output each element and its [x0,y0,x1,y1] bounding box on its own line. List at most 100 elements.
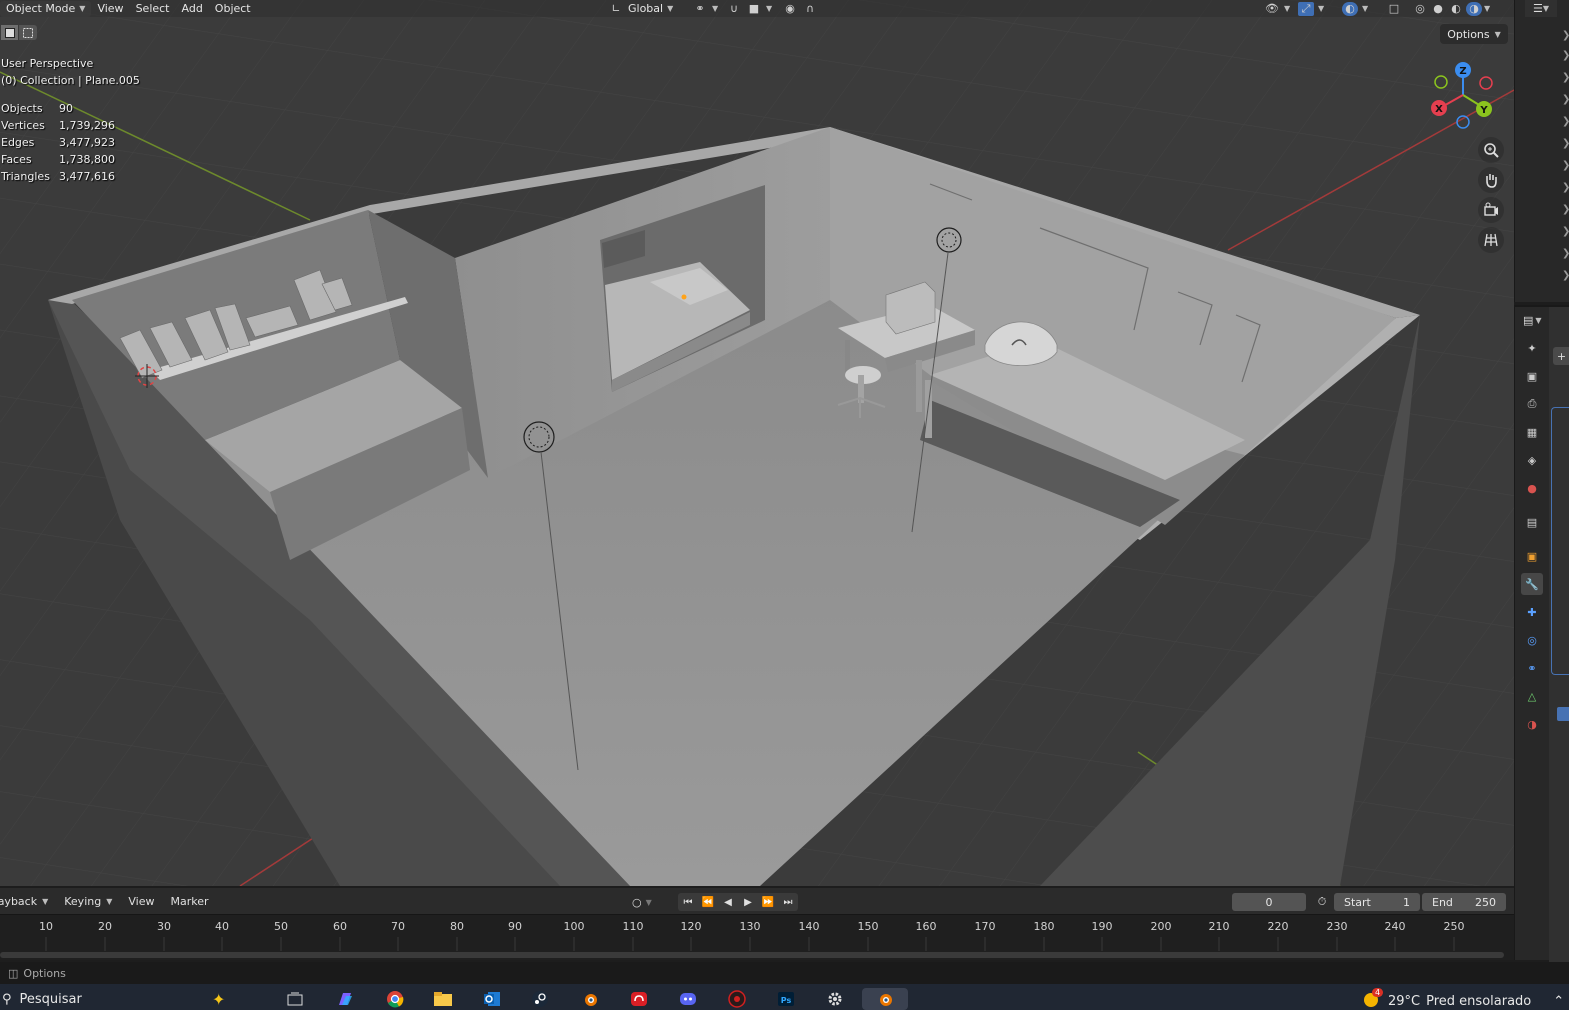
jump-to-start-icon[interactable]: ⏮ [678,893,698,911]
object-tab-icon[interactable]: ▣ [1521,545,1543,567]
magnet-icon: ∪ [729,2,739,15]
taskbar-search[interactable]: ⚲ Pesquisar ✦ [0,988,268,1010]
collapse-arrow-icon[interactable]: ❯ [1562,138,1569,149]
extend-selection-icon[interactable] [19,25,37,40]
zoom-view-icon[interactable] [1478,137,1504,163]
properties-editor-type-dropdown[interactable]: ▤ ▼ [1523,311,1551,329]
jump-to-next-keyframe-icon[interactable]: ⏩ [758,893,778,911]
viewport-options-button[interactable]: Options ▼ [1440,24,1508,44]
stopwatch-icon[interactable]: ⏱ [1312,893,1332,911]
add-modifier-button[interactable]: + [1553,347,1569,365]
blender-icon[interactable] [575,988,605,1010]
collapse-arrow-icon[interactable]: ❯ [1562,204,1569,215]
outliner-panel[interactable]: ☰▼ ❯ ❯ ❯ ❯ ❯ ❯ ❯ ❯ ❯ ❯ ❯ ❯ [1514,0,1569,302]
view-menu[interactable]: View [91,1,129,17]
data-tab-icon[interactable]: △ [1521,685,1543,707]
copilot-icon[interactable] [330,988,360,1010]
rendered-shading-icon[interactable]: ◑ [1466,1,1482,16]
jump-to-prev-keyframe-icon[interactable]: ⏪ [698,893,718,911]
davinci-resolve-icon[interactable] [722,988,752,1010]
frame-tick: 90 [508,920,522,933]
collapse-arrow-icon[interactable]: ❯ [1562,94,1569,105]
collapse-arrow-icon[interactable]: ❯ [1562,226,1569,237]
wireframe-shading-icon[interactable]: ◎ [1412,2,1428,16]
select-menu[interactable]: Select [130,1,176,17]
render-tab-icon[interactable]: ▣ [1521,365,1543,387]
stat-vertices: Vertices 1,739,296 [1,119,115,132]
jump-to-end-icon[interactable]: ⏭ [778,893,798,911]
constraints-tab-icon[interactable]: ⚭ [1521,657,1543,679]
object-mode-dropdown[interactable]: Object Mode ▼ [0,0,92,17]
physics-tab-icon[interactable]: ◎ [1521,629,1543,651]
frame-tick: 210 [1208,920,1230,933]
properties-panel[interactable]: ▤ ▼ ✦ ▣ ⎙ ▦ ◈ ● ▤ ▣ 🔧 ✚ ◎ ⚭ △ ◑ + [1514,305,1569,962]
frame-tick: 10 [39,920,53,933]
add-menu[interactable]: Add [176,1,209,17]
file-explorer-icon[interactable] [428,988,458,1010]
frame-tick: 40 [215,920,229,933]
options-panel-icon[interactable]: ◫ [8,967,18,980]
timeline-scrollbar[interactable] [0,952,1504,958]
collapse-arrow-icon[interactable]: ❯ [1562,50,1569,61]
xray-toggle[interactable]: □ [1380,1,1408,17]
current-frame-field[interactable]: 0 [1232,893,1306,911]
material-shading-icon[interactable]: ◐ [1448,2,1464,16]
transform-orientation-dropdown[interactable]: ∟ Global ▼ [602,1,679,17]
camera-view-icon[interactable] [1478,197,1504,223]
playback-menu[interactable]: Playback▼ [0,895,56,908]
navigation-gizmo[interactable]: Z Y X [1424,58,1508,134]
collapse-arrow-icon[interactable]: ❯ [1562,116,1569,127]
scene-tab-icon[interactable]: ◈ [1521,449,1543,471]
3d-viewport[interactable]: Object Mode ▼ View Select Add Object ∟ Gl… [0,0,1514,886]
chrome-icon[interactable] [380,988,410,1010]
collapse-arrow-icon[interactable]: ❯ [1562,248,1569,259]
task-view-icon[interactable] [280,988,310,1010]
collapse-arrow-icon[interactable]: ❯ [1562,72,1569,83]
collapse-arrow-icon[interactable]: ❯ [1562,30,1569,41]
overlays-toggle[interactable]: ◐ ▼ [1336,1,1374,17]
play-icon[interactable]: ▶ [738,893,758,911]
gizmo-toggle[interactable]: ⤢ ▼ [1292,1,1330,17]
play-reverse-icon[interactable]: ◀ [718,893,738,911]
chevron-up-icon[interactable]: ⌃ [1553,994,1564,1009]
pivot-point-dropdown[interactable]: ⚭ ▼ [686,1,724,17]
end-frame-field[interactable]: End 250 [1422,893,1506,911]
marker-menu[interactable]: Marker [162,895,216,908]
stat-edges: Edges 3,477,923 [1,136,115,149]
collapse-arrow-icon[interactable]: ❯ [1562,182,1569,193]
steam-icon[interactable] [525,988,555,1010]
set-new-selection-icon[interactable] [1,25,19,40]
perspective-ortho-grid-icon[interactable] [1478,227,1504,253]
discord-icon[interactable] [673,988,703,1010]
modifier-toggle[interactable] [1557,707,1569,721]
material-tab-icon[interactable]: ◑ [1521,713,1543,735]
pan-view-hand-icon[interactable] [1478,167,1504,193]
settings-gear-icon[interactable] [820,988,850,1010]
world-tab-icon[interactable]: ● [1521,477,1543,499]
view-layer-tab-icon[interactable]: ▦ [1521,421,1543,443]
start-frame-field[interactable]: Start 1 [1334,893,1420,911]
photoshop-icon[interactable]: Ps [771,988,801,1010]
weather-widget[interactable]: 4 29°C Pred ensolarado ⌃ [1362,988,1564,1010]
proportional-editing-toggle[interactable]: ◉ ∩ [776,1,824,17]
creative-cloud-icon[interactable] [624,988,654,1010]
visibility-dropdown[interactable]: 👁 ▼ [1258,1,1296,17]
collection-tab-icon[interactable]: ▤ [1521,511,1543,533]
blender-active-icon[interactable] [862,988,908,1010]
collapse-arrow-icon[interactable]: ❯ [1562,160,1569,171]
output-tab-icon[interactable]: ⎙ [1521,393,1543,415]
tool-tab-icon[interactable]: ✦ [1521,337,1543,359]
collapse-arrow-icon[interactable]: ❯ [1562,270,1569,281]
snap-toggle[interactable]: ∪ ■ ▼ [720,1,778,17]
object-menu[interactable]: Object [209,1,257,17]
statusbar-options-label[interactable]: Options [23,967,65,980]
timeline-view-menu[interactable]: View [120,895,162,908]
particles-tab-icon[interactable]: ✚ [1521,601,1543,623]
scene-render [0,0,1514,886]
auto-keying-toggle[interactable]: ○ ▼ [632,893,652,911]
solid-shading-icon[interactable]: ● [1430,2,1446,16]
outlook-icon[interactable] [477,988,507,1010]
modifier-tab-wrench-icon[interactable]: 🔧 [1521,573,1543,595]
keying-menu[interactable]: Keying ▼ [56,895,120,908]
editor-type-dropdown[interactable]: ☰ ▼ [1525,0,1557,17]
